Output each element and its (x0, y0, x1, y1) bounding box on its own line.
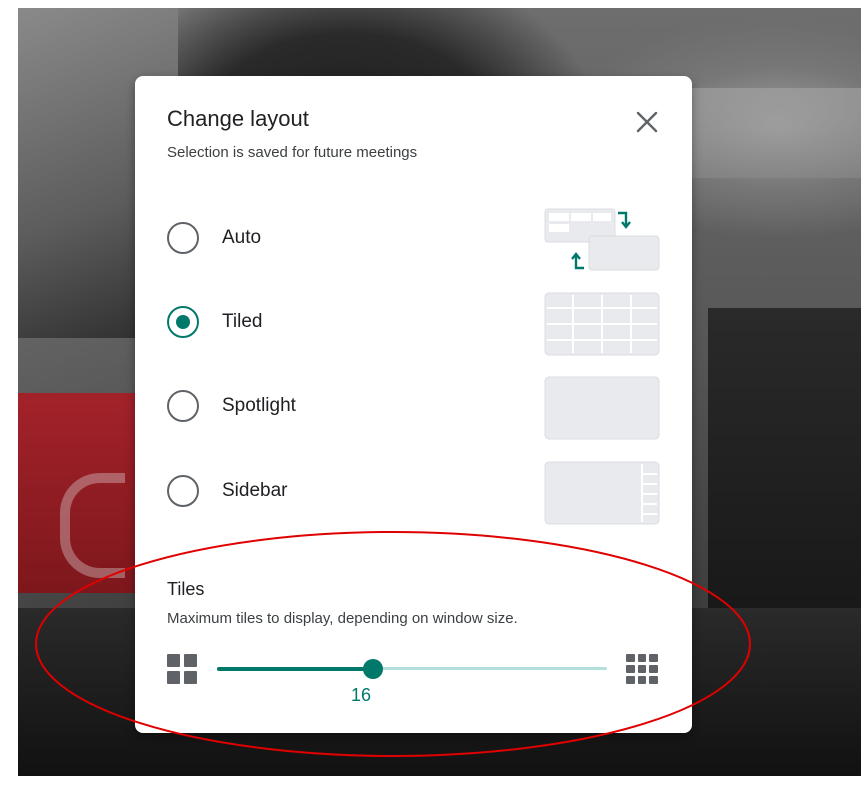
close-button[interactable] (629, 104, 665, 140)
layout-option-label: Tiled (222, 311, 263, 332)
tiles-slider[interactable] (217, 659, 607, 679)
radio-auto[interactable] (167, 222, 199, 254)
background-ceiling (678, 88, 861, 178)
slider-value-label: 16 (351, 685, 372, 705)
radio-spotlight[interactable] (167, 390, 199, 422)
radio-tiled[interactable] (167, 306, 199, 338)
few-tiles-icon (167, 654, 197, 684)
dialog-title: Change layout (167, 106, 309, 131)
dialog-subtitle: Selection is saved for future meetings (167, 144, 418, 161)
slider-thumb[interactable] (363, 659, 383, 679)
tiles-section-description: Maximum tiles to display, depending on w… (167, 610, 518, 627)
sidebar-layout-icon (544, 461, 660, 525)
layout-option-label: Auto (222, 227, 262, 248)
radio-selected-dot (176, 315, 190, 329)
layout-option-sidebar[interactable]: Sidebar (155, 461, 665, 525)
change-layout-dialog: Change layout Selection is saved for fut… (135, 76, 692, 733)
layout-option-label: Spotlight (222, 395, 296, 416)
radio-sidebar[interactable] (167, 475, 199, 507)
background-banner-mark (60, 473, 125, 578)
layout-option-auto[interactable]: Auto (155, 208, 665, 272)
layout-option-label: Sidebar (222, 480, 288, 501)
slider-track-fill (217, 667, 373, 671)
close-icon (636, 111, 658, 133)
many-tiles-icon (626, 654, 658, 684)
tiles-section-title: Tiles (167, 579, 205, 599)
layout-option-tiled[interactable]: Tiled (155, 292, 665, 356)
tiled-layout-icon (544, 292, 660, 356)
layout-option-spotlight[interactable]: Spotlight (155, 376, 665, 440)
spotlight-layout-icon (544, 376, 660, 440)
auto-layout-icon (544, 208, 660, 271)
